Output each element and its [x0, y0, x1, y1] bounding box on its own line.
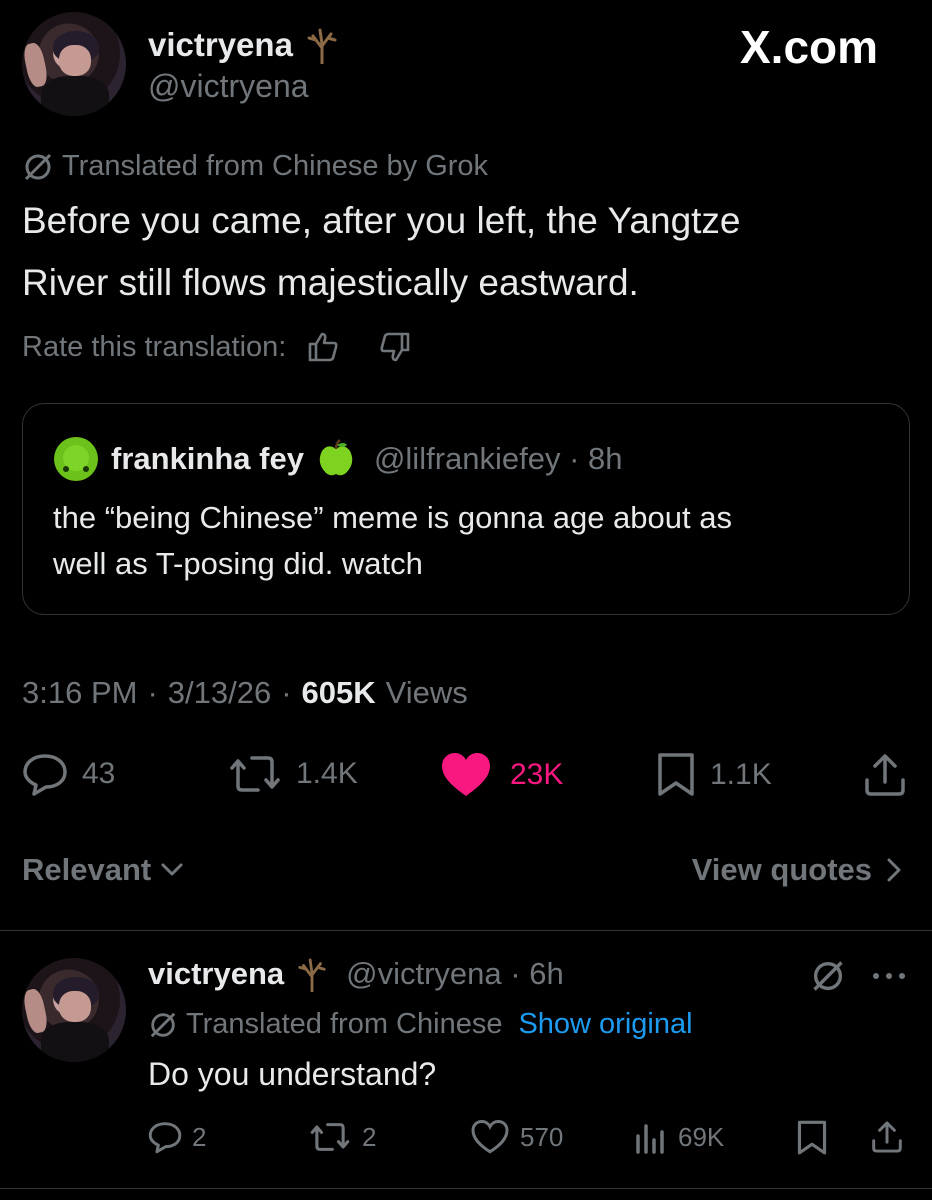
author-handle[interactable]: @victryena: [148, 68, 309, 105]
view-quotes-link[interactable]: View quotes: [692, 852, 902, 888]
reply-like-count: 570: [520, 1121, 564, 1152]
repost-button[interactable]: 1.4K: [228, 752, 358, 796]
section-divider: [0, 930, 932, 931]
grok-slash-icon[interactable]: [810, 958, 846, 994]
author-name[interactable]: victryena: [148, 26, 293, 64]
tree-emoji-icon: [296, 956, 328, 992]
post-date[interactable]: 3/13/26: [168, 675, 271, 711]
share-icon: [872, 1121, 902, 1153]
green-blob-icon: [53, 436, 99, 482]
thumbs-down-icon[interactable]: [378, 330, 412, 364]
thumbs-up-icon[interactable]: [306, 330, 340, 364]
chevron-down-icon: [161, 862, 183, 878]
reply-views-button[interactable]: 69K: [634, 1120, 724, 1154]
repost-icon: [308, 1120, 352, 1154]
reply-share-button[interactable]: [870, 1120, 904, 1154]
reply-author-name[interactable]: victryena: [148, 956, 284, 992]
reply-translated-note: Translated from Chinese: [186, 1008, 503, 1040]
post-time[interactable]: 3:16 PM: [22, 675, 137, 711]
post-text-line-2: River still flows majestically eastward.: [22, 262, 639, 303]
translated-note: Translated from Chinese by Grok: [62, 150, 489, 182]
green-apple-icon: [316, 439, 356, 479]
reply-button[interactable]: 43: [22, 752, 115, 796]
reply-icon: [22, 752, 68, 796]
quoted-author-name: frankinha fey: [111, 441, 304, 476]
like-count: 23K: [510, 758, 564, 791]
sort-dropdown[interactable]: Relevant: [22, 852, 183, 888]
show-original-link[interactable]: Show original: [518, 1008, 692, 1041]
views-icon: [634, 1120, 668, 1154]
quoted-post[interactable]: frankinha fey @lilfrankiefey · 8h the “b…: [22, 403, 910, 615]
share-icon: [865, 754, 905, 796]
quoted-text-line-1: the “being Chinese” meme is gonna age ab…: [53, 500, 732, 535]
quoted-text-line-2: well as T-posing did. watch: [53, 546, 423, 581]
rate-translation-label: Rate this translation:: [22, 330, 287, 363]
tree-emoji-icon: [305, 26, 339, 64]
view-quotes-label: View quotes: [691, 852, 872, 887]
reply-repost-button[interactable]: 2: [308, 1120, 376, 1154]
share-button[interactable]: [862, 752, 908, 798]
like-button[interactable]: 23K: [440, 752, 563, 798]
bookmark-count: 1.1K: [710, 758, 772, 791]
views-count: 605K: [301, 675, 376, 710]
reply-text: Do you understand?: [148, 1056, 437, 1092]
chevron-right-icon: [886, 857, 902, 883]
repost-count: 1.4K: [296, 757, 358, 790]
reply-bookmark-button[interactable]: [796, 1120, 828, 1156]
reply-count: 43: [82, 757, 116, 790]
bookmark-icon: [797, 1120, 827, 1155]
bookmark-icon: [656, 752, 696, 798]
quoted-handle-time: @lilfrankiefey · 8h: [373, 441, 623, 476]
grok-slash-icon: [148, 1010, 178, 1040]
reply-like-button[interactable]: 570: [470, 1120, 563, 1154]
grok-slash-icon: [22, 151, 54, 183]
reply-reply-button[interactable]: 2: [148, 1120, 206, 1154]
heart-icon: [440, 752, 492, 798]
reply-views-count: 69K: [678, 1121, 725, 1152]
bookmark-button[interactable]: 1.1K: [656, 752, 772, 798]
x-logo: X.com: [740, 21, 879, 73]
repost-icon: [228, 752, 282, 796]
views-label: Views: [385, 675, 468, 710]
reply-icon: [148, 1120, 182, 1154]
bottom-divider: [0, 1188, 932, 1189]
reply-avatar[interactable]: [22, 958, 126, 1062]
post-text-line-1: Before you came, after you left, the Yan…: [22, 200, 741, 241]
reply-repost-count: 2: [362, 1121, 377, 1152]
more-icon[interactable]: [872, 972, 906, 980]
reply-handle-time[interactable]: @victryena · 6h: [346, 956, 564, 992]
author-avatar[interactable]: [22, 12, 126, 116]
sort-label: Relevant: [22, 852, 152, 887]
heart-icon: [470, 1120, 510, 1154]
reply-reply-count: 2: [192, 1121, 207, 1152]
